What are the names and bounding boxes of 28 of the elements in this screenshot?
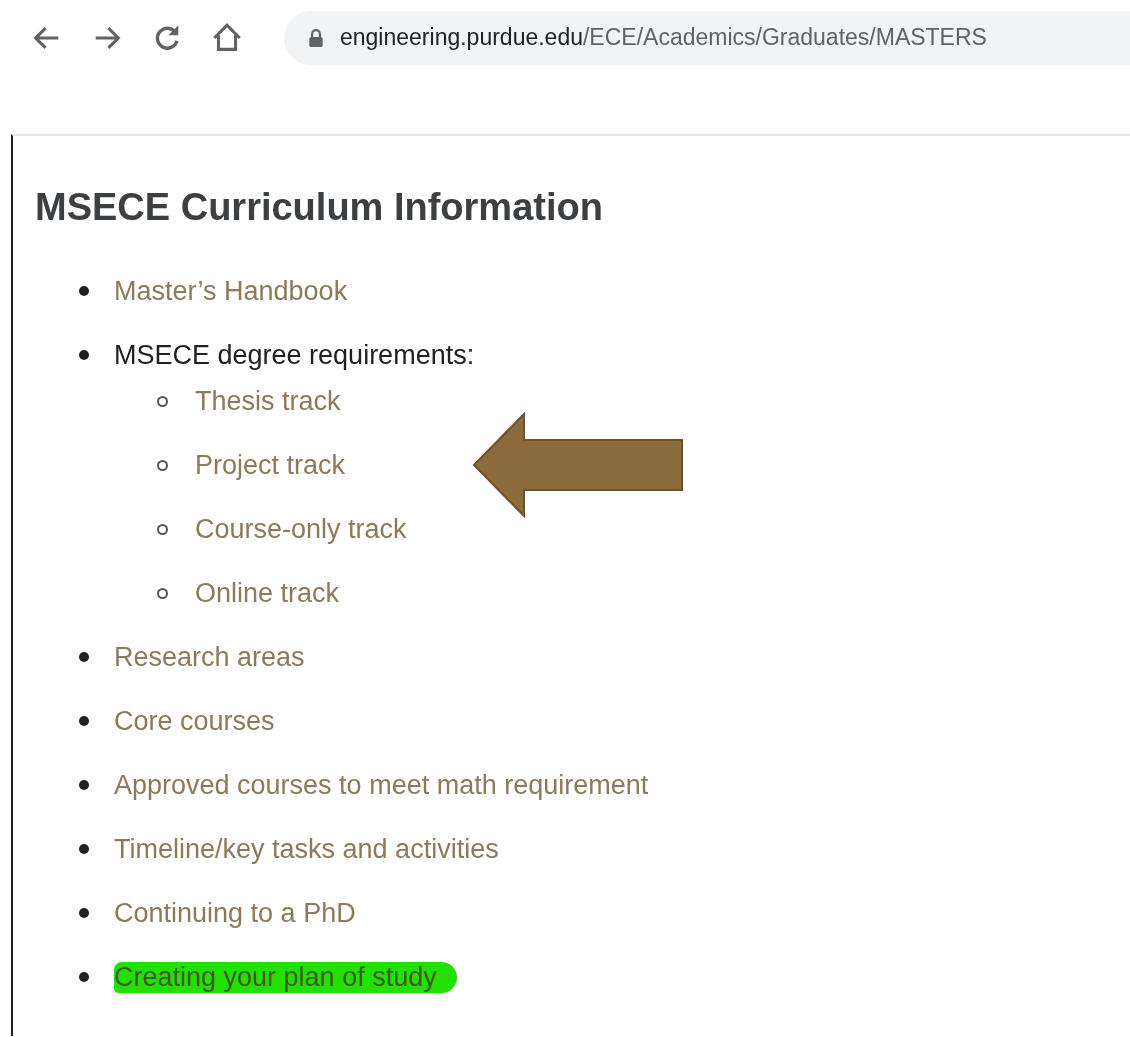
link[interactable]: Timeline/key tasks and activities bbox=[114, 833, 499, 865]
address-bar[interactable]: engineering.purdue.edu/ECE/Academics/Graduates/MASTERS bbox=[284, 10, 1130, 65]
link[interactable]: Creating your plan of study bbox=[114, 961, 457, 993]
page-heading: MSECE Curriculum Information bbox=[35, 186, 604, 229]
link[interactable]: Research areas bbox=[114, 641, 305, 673]
bullet-icon bbox=[79, 350, 89, 360]
lock-icon bbox=[308, 27, 324, 48]
bullet-icon bbox=[79, 652, 89, 662]
link[interactable]: Thesis track bbox=[195, 385, 341, 417]
bullet-icon bbox=[79, 908, 89, 918]
bullet-icon bbox=[79, 286, 89, 296]
link[interactable]: Core courses bbox=[114, 705, 275, 737]
bullet-icon bbox=[157, 587, 168, 599]
link[interactable]: Master’s Handbook bbox=[114, 275, 348, 307]
bullet-icon bbox=[79, 780, 89, 790]
url-text: engineering.purdue.edu/ECE/Academics/Graduates/MASTERS bbox=[340, 24, 987, 51]
bullet-icon bbox=[157, 523, 168, 535]
link[interactable]: Approved courses to meet math requirement bbox=[114, 769, 649, 801]
link[interactable]: Course-only track bbox=[195, 513, 407, 545]
link[interactable]: Continuing to a PhD bbox=[114, 897, 356, 929]
link[interactable]: Project track bbox=[195, 449, 346, 481]
bullet-icon bbox=[157, 395, 168, 407]
link[interactable]: Online track bbox=[195, 577, 340, 609]
bullet-icon bbox=[157, 459, 168, 471]
list-text: MSECE degree requirements: bbox=[114, 339, 475, 371]
bullet-icon bbox=[79, 844, 89, 854]
bullet-icon bbox=[79, 972, 89, 982]
bullet-icon bbox=[79, 716, 89, 726]
